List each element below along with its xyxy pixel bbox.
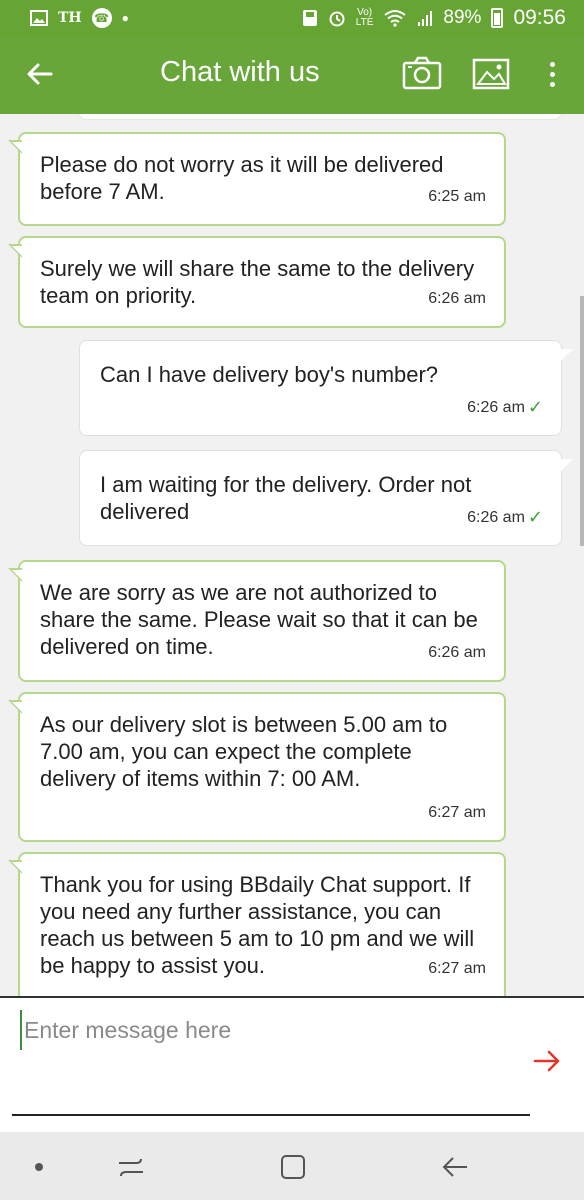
page-title: Chat with us [160, 56, 320, 88]
message-timestamp: 6:26 am [467, 509, 525, 526]
message-timestamp: 6:25 am [428, 188, 486, 205]
back-button[interactable] [20, 54, 60, 94]
back-arrow-icon [27, 63, 53, 85]
alarm-icon [329, 11, 345, 27]
message-bubble-user: Can I have delivery boy's number? 6:26 a… [79, 340, 573, 436]
save-icon [302, 10, 317, 26]
clock: 09:56 [513, 6, 566, 29]
send-button[interactable] [532, 1046, 562, 1076]
gallery-button[interactable] [472, 56, 512, 92]
home-icon [281, 1155, 305, 1179]
message-composer [0, 998, 584, 1132]
scrollbar[interactable] [580, 296, 584, 546]
camera-button[interactable] [402, 56, 442, 92]
recents-icon [119, 1158, 143, 1177]
system-back-button[interactable] [440, 1152, 470, 1182]
home-button[interactable] [278, 1152, 308, 1182]
battery-percent: 89% [443, 7, 482, 28]
message-time: 6:26 am [428, 639, 486, 666]
message-bubble-agent: As our delivery slot is between 5.00 am … [8, 692, 506, 842]
previous-message-bubble [78, 114, 562, 120]
message-time: 6:27 am [428, 799, 486, 826]
call-icon: ☎ [91, 8, 112, 28]
status-bar-left: TH ☎ ● [30, 8, 129, 28]
nav-dot-button[interactable] [24, 1152, 54, 1182]
message-text: We are sorry as we are not authorized to… [40, 580, 478, 659]
message-bubble-agent: Thank you for using BBdaily Chat support… [8, 852, 506, 996]
message-time: 6:26 am ✓ [467, 394, 543, 421]
system-nav-bar [0, 1132, 584, 1200]
camera-icon [402, 56, 442, 90]
delivered-check-icon: ✓ [527, 397, 543, 417]
delivered-check-icon: ✓ [527, 507, 543, 527]
message-text: Thank you for using BBdaily Chat support… [40, 872, 475, 978]
wifi-icon [384, 10, 407, 27]
send-arrow-icon [533, 1050, 560, 1072]
more-vertical-icon [549, 71, 555, 77]
message-time: 6:25 am [428, 183, 486, 210]
message-text: Can I have delivery boy's number? [100, 362, 439, 387]
more-vertical-icon [549, 61, 555, 67]
app-bar: Chat with us [0, 36, 584, 114]
message-bubble-agent: We are sorry as we are not authorized to… [8, 560, 506, 682]
carrier-label: TH [58, 10, 82, 26]
signal-icon [418, 11, 433, 26]
message-bubble-agent: Surely we will share the same to the del… [8, 236, 506, 328]
chat-messages[interactable]: Please do not worry as it will be delive… [0, 114, 584, 996]
more-options-button[interactable] [542, 56, 562, 92]
back-icon [442, 1157, 467, 1177]
message-timestamp: 6:27 am [428, 804, 486, 821]
image-icon [30, 10, 48, 26]
message-text: Surely we will share the same to the del… [40, 256, 475, 308]
status-bar: TH ☎ ● Vo) LTE 89% 09:56 [0, 0, 584, 36]
recents-button[interactable] [116, 1152, 146, 1182]
message-bubble-user: I am waiting for the delivery. Order not… [79, 450, 573, 546]
message-timestamp: 6:26 am [428, 644, 486, 661]
volte-icon: Vo) LTE [356, 8, 374, 28]
status-bar-right: Vo) LTE 89% 09:56 [302, 6, 566, 30]
message-bubble-agent: Please do not worry as it will be delive… [8, 132, 506, 226]
message-input[interactable] [20, 1010, 500, 1050]
nav-dot-icon [35, 1163, 43, 1171]
message-time: 6:26 am [428, 285, 486, 312]
message-text: Please do not worry as it will be delive… [40, 152, 444, 204]
message-time: 6:27 am [428, 955, 486, 982]
input-underline [12, 1114, 530, 1116]
message-text: As our delivery slot is between 5.00 am … [40, 712, 448, 791]
notification-dot: ● [121, 11, 129, 25]
gallery-icon [472, 58, 510, 90]
battery-icon [491, 8, 504, 28]
message-timestamp: 6:26 am [467, 399, 525, 416]
message-time: 6:26 am ✓ [467, 504, 543, 531]
message-timestamp: 6:27 am [428, 960, 486, 977]
more-vertical-icon [549, 81, 555, 87]
volte-line-2: LTE [355, 17, 374, 28]
message-timestamp: 6:26 am [428, 290, 486, 307]
